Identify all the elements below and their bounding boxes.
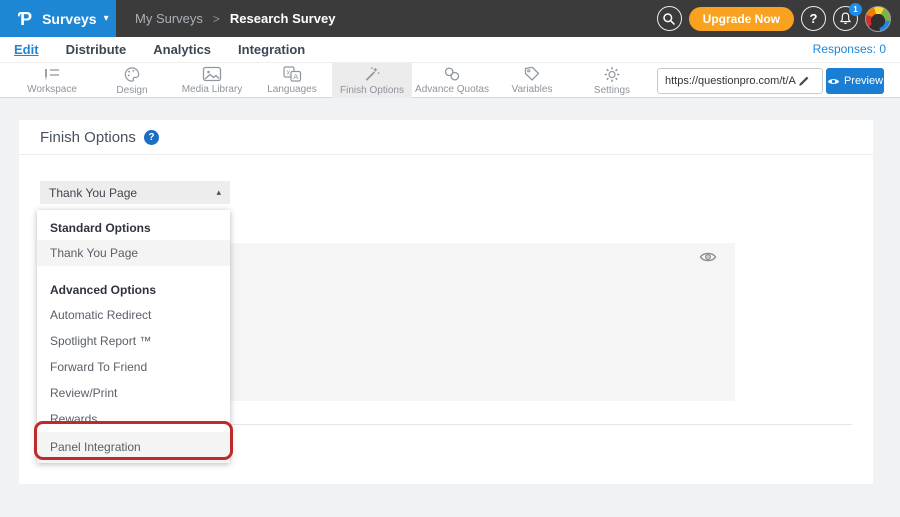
preview-button[interactable]: Preview: [826, 68, 884, 94]
menu-item-thank-you-page[interactable]: Thank You Page: [37, 240, 230, 266]
menu-item-spotlight-report[interactable]: Spotlight Report ™: [37, 328, 230, 354]
questionpro-logo-icon[interactable]: Ƥ: [18, 10, 32, 28]
tab-media-library[interactable]: Media Library: [172, 63, 252, 98]
tab-design[interactable]: Design: [92, 63, 172, 98]
top-header: Ƥ Surveys ▾ My Surveys > Research Survey…: [0, 0, 900, 37]
survey-nav: Edit Distribute Analytics Integration Re…: [0, 37, 900, 62]
svg-text:A: A: [293, 72, 298, 81]
menu-item-forward-to-friend[interactable]: Forward To Friend: [37, 354, 230, 380]
nav-tab-edit[interactable]: Edit: [14, 42, 39, 57]
tab-label: Variables: [512, 84, 553, 95]
account-avatar[interactable]: [865, 6, 891, 32]
workspace-icon: [42, 67, 62, 82]
breadcrumb: My Surveys > Research Survey: [135, 0, 335, 37]
survey-url-field[interactable]: [657, 68, 823, 94]
breadcrumb-current-survey: Research Survey: [230, 11, 336, 26]
gear-icon: [603, 66, 621, 83]
notifications-button[interactable]: 1: [833, 6, 858, 31]
tab-workspace[interactable]: Workspace: [12, 63, 92, 98]
pencil-icon: [798, 75, 810, 87]
card-title-row: Finish Options ?: [19, 120, 873, 155]
tab-label: Languages: [267, 84, 317, 95]
survey-url-input[interactable]: [658, 75, 796, 87]
edit-url-button[interactable]: [798, 75, 810, 87]
responses-count: Responses: 0: [813, 37, 886, 62]
questionpro-app: Ƥ Surveys ▾ My Surveys > Research Survey…: [0, 0, 900, 517]
search-icon: [662, 12, 676, 26]
title-help-icon[interactable]: ?: [144, 130, 159, 145]
eye-icon: [699, 251, 717, 263]
tab-advance-quotas[interactable]: Advance Quotas: [412, 63, 492, 98]
product-label: Surveys: [42, 11, 96, 27]
question-mark-icon: ?: [810, 11, 818, 26]
dropdown-selected-label: Thank You Page: [49, 186, 137, 200]
tab-variables[interactable]: Variables: [492, 63, 572, 98]
menu-item-automatic-redirect[interactable]: Automatic Redirect: [37, 302, 230, 328]
nav-tab-integration[interactable]: Integration: [238, 42, 305, 57]
help-button[interactable]: ?: [801, 6, 826, 31]
eye-icon: [827, 77, 840, 86]
image-icon: [202, 66, 222, 82]
chevron-up-icon: ▴: [216, 187, 221, 198]
toolbar-tabs: Workspace Design Media Library xA Langua…: [12, 63, 652, 98]
upgrade-now-button[interactable]: Upgrade Now: [689, 7, 794, 31]
tab-label: Design: [116, 85, 147, 96]
tab-finish-options[interactable]: Finish Options: [332, 63, 412, 98]
breadcrumb-separator: >: [213, 12, 220, 26]
chain-links-icon: [443, 66, 461, 82]
edit-toolbar: Workspace Design Media Library xA Langua…: [0, 62, 900, 98]
tag-icon: [524, 66, 540, 82]
search-button[interactable]: [657, 6, 682, 31]
palette-icon: [123, 66, 141, 83]
panel-eye-button[interactable]: [699, 251, 717, 263]
menu-item-review-print[interactable]: Review/Print: [37, 380, 230, 406]
page-title: Finish Options: [40, 129, 136, 146]
tab-label: Settings: [594, 85, 630, 96]
menu-group-advanced: Advanced Options: [37, 278, 230, 302]
breadcrumb-my-surveys[interactable]: My Surveys: [135, 11, 203, 26]
magic-wand-icon: [363, 66, 381, 83]
translate-icon: xA: [283, 66, 302, 82]
tab-label: Advance Quotas: [415, 84, 489, 95]
tab-label: Workspace: [27, 84, 77, 95]
nav-tab-distribute[interactable]: Distribute: [66, 42, 127, 57]
chevron-down-icon: ▾: [104, 13, 109, 24]
svg-text:x: x: [286, 70, 290, 77]
tab-label: Media Library: [182, 84, 243, 95]
tab-languages[interactable]: xA Languages: [252, 63, 332, 98]
header-actions: Upgrade Now ? 1: [657, 0, 891, 37]
tab-settings[interactable]: Settings: [572, 63, 652, 98]
product-switcher[interactable]: Ƥ Surveys ▾: [0, 0, 116, 37]
highlight-annotation: [34, 421, 233, 460]
tab-label: Finish Options: [340, 85, 404, 96]
menu-gap: [37, 266, 230, 278]
finish-option-dropdown[interactable]: Thank You Page ▴: [40, 181, 230, 204]
menu-group-standard: Standard Options: [37, 216, 230, 240]
nav-tab-analytics[interactable]: Analytics: [153, 42, 211, 57]
notification-badge: 1: [849, 3, 862, 16]
preview-label: Preview: [844, 75, 883, 87]
